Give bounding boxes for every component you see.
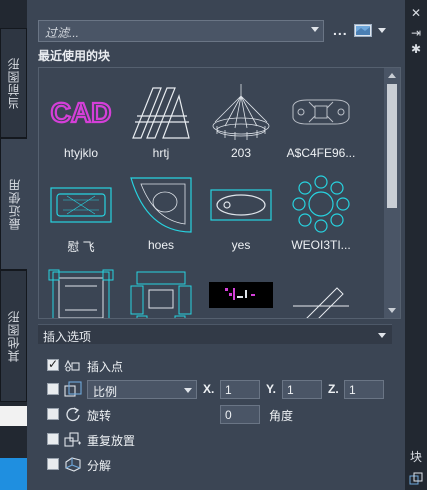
car-block-thumbnail (292, 99, 350, 125)
background-window-fragment (0, 406, 27, 426)
tab-current-drawing[interactable]: 当前图形 (0, 28, 27, 138)
angle-label: 角度 (269, 409, 294, 423)
scroll-up-icon[interactable] (388, 73, 396, 78)
block-tile[interactable]: 203 (201, 74, 281, 160)
blocks-palette: 过滤... ... 最近使用的块 CAD htyjklo hrtj 203 A$… (27, 0, 405, 490)
scale-z-label: Z. (328, 382, 339, 396)
block-label: 203 (230, 146, 252, 160)
chevron-down-icon[interactable] (311, 27, 319, 32)
block-tile[interactable]: hoes (121, 166, 201, 252)
block-tile[interactable]: A$C4FE96... (281, 74, 361, 160)
sofa-set-block-thumbnail (130, 271, 192, 318)
tab-current-drawing-label: 当前图形 (7, 57, 21, 109)
scale-z-input[interactable]: 1 (344, 380, 384, 399)
scale-mode-value: 比例 (93, 385, 118, 399)
letter-a-logo-block-thumbnail (132, 87, 190, 139)
round-table-block-thumbnail (292, 175, 350, 233)
scale-y-input[interactable]: 1 (282, 380, 322, 399)
rotation-checkbox[interactable] (47, 408, 59, 420)
scale-mode-select[interactable]: 比例 (87, 380, 197, 399)
insertion-point-checkbox[interactable] (47, 357, 59, 371)
block-tile[interactable]: hrtj (121, 74, 201, 160)
scale-row: 比例 X. 1 Y. 1 Z. 1 (47, 380, 397, 400)
insertion-point-row: 插入点 (47, 356, 397, 376)
block-label: 慰 飞 (67, 240, 95, 254)
diagonal-object-block-thumbnail (293, 287, 349, 318)
repeat-placement-icon (64, 432, 81, 447)
insert-options-title: 插入选项 (43, 330, 92, 344)
explode-row: 分解 (47, 455, 397, 475)
explode-label: 分解 (87, 459, 112, 473)
corner-bathtub-block-thumbnail (130, 177, 192, 233)
rotate-icon (66, 407, 80, 422)
tab-recent[interactable]: 最近使用 (0, 138, 27, 270)
scroll-thumb[interactable] (387, 84, 397, 208)
filter-toolbar: 过滤... ... (38, 20, 398, 42)
scale-x-input[interactable]: 1 (220, 380, 260, 399)
scale-x-label: X. (203, 382, 215, 396)
block-tile[interactable]: 慰 飞 (41, 166, 121, 254)
repeat-placement-checkbox[interactable] (47, 433, 59, 445)
dark-drawing-block-thumbnail (209, 282, 273, 308)
insert-options-header[interactable]: 插入选项 (38, 324, 392, 344)
background-taskbar-fragment (0, 458, 27, 490)
svg-text:CAD: CAD (51, 97, 112, 128)
close-icon[interactable]: ✕ (405, 6, 427, 20)
tab-other-drawings[interactable]: 其他图形 (0, 270, 27, 402)
left-tab-strip: 当前图形 最近使用 其他图形 (0, 0, 27, 490)
repeat-placement-row: 重复放置 (47, 430, 397, 450)
collapse-chevron-down-icon[interactable] (378, 333, 386, 338)
scale-mode-chevron-down-icon (184, 388, 192, 393)
block-tile[interactable] (201, 258, 281, 318)
repeat-placement-label: 重复放置 (87, 434, 136, 448)
tab-other-drawings-label: 其他图形 (7, 310, 21, 362)
block-tile[interactable] (41, 258, 121, 318)
block-label: WEOI3TI... (291, 238, 351, 252)
scale-checkbox[interactable] (47, 383, 59, 395)
block-tile[interactable] (281, 258, 361, 318)
insertion-point-label: 插入点 (87, 360, 124, 374)
block-label: hrtj (152, 146, 170, 160)
block-tile[interactable] (121, 258, 201, 318)
rotation-angle-input[interactable]: 0 (220, 405, 260, 424)
grid-scrollbar[interactable] (384, 68, 400, 318)
block-label: yes (231, 238, 251, 252)
view-mode-chevron-down-icon[interactable] (378, 28, 386, 33)
cad-logo-block-thumbnail: CAD (50, 96, 113, 129)
properties-gear-icon[interactable]: ✱ (405, 42, 427, 56)
block-label: A$C4FE96... (286, 146, 356, 160)
block-thumbnail-grid: CAD htyjklo hrtj 203 A$C4FE96... 慰 飞 hoe… (38, 67, 401, 319)
filter-input[interactable]: 过滤... (38, 20, 324, 42)
bed-block-thumbnail (48, 269, 114, 318)
block-label: htyjklo (63, 146, 98, 160)
recent-blocks-title: 最近使用的块 (38, 49, 111, 63)
filter-placeholder: 过滤... (45, 26, 80, 40)
block-palette-icon (405, 472, 427, 489)
explode-checkbox[interactable] (47, 458, 59, 470)
scale-icon (64, 381, 82, 397)
insertion-point-icon (64, 359, 80, 372)
thumbnail-view-icon[interactable] (354, 24, 372, 37)
palette-title-label: 块 (409, 450, 422, 464)
scale-y-label: Y. (266, 382, 277, 396)
explode-icon (65, 457, 81, 472)
block-label: hoes (147, 238, 175, 252)
block-tile[interactable]: CAD htyjklo (41, 74, 121, 160)
oval-tub-block-thumbnail (210, 189, 272, 221)
block-tile[interactable]: WEOI3TI... (281, 166, 361, 252)
rotation-row: 旋转 0 角度 (47, 405, 397, 425)
scroll-down-icon[interactable] (388, 308, 396, 313)
chandelier-block-thumbnail (212, 84, 270, 140)
tab-recent-label: 最近使用 (7, 178, 22, 230)
palette-title-strip: ✕ ⇥ ✱ 块 (405, 0, 427, 490)
bathtub-block-thumbnail (50, 187, 112, 223)
more-options-button[interactable]: ... (333, 22, 348, 38)
auto-hide-icon[interactable]: ⇥ (405, 26, 427, 40)
block-tile[interactable]: yes (201, 166, 281, 252)
rotation-label: 旋转 (87, 409, 112, 423)
